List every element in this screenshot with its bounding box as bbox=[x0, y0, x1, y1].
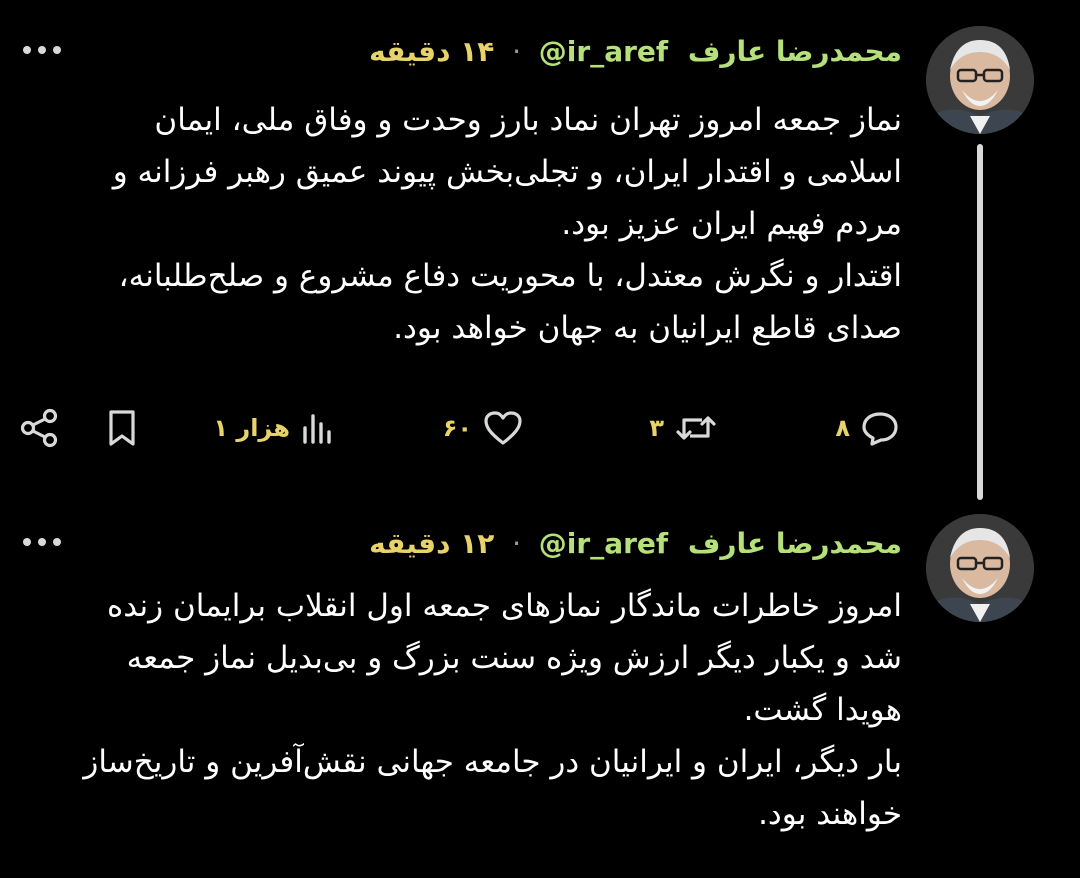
author-name[interactable]: محمدرضا عارف bbox=[688, 35, 902, 68]
reply-count: ۸ bbox=[835, 414, 850, 442]
tweet-time[interactable]: ۱۲ دقیقه bbox=[369, 527, 494, 560]
heart-icon bbox=[482, 408, 524, 448]
tweet-paragraph: بار دیگر، ایران و ایرانیان در جامعه جهان… bbox=[83, 744, 902, 832]
reply-button[interactable]: ۸ bbox=[835, 398, 900, 458]
retweet-button[interactable]: ۳ bbox=[649, 398, 718, 458]
author-handle[interactable]: @ir_aref bbox=[539, 32, 668, 72]
views-button[interactable]: ۱ هزار bbox=[213, 398, 336, 458]
tweet-time[interactable]: ۱۴ دقیقه bbox=[369, 35, 494, 68]
tweet-text: نماز جمعه امروز تهران نماد بارز وحدت و و… bbox=[82, 94, 902, 354]
retweet-arrows-icon bbox=[674, 408, 718, 448]
retweet-count: ۳ bbox=[649, 414, 664, 442]
avatar[interactable] bbox=[926, 26, 1034, 134]
more-horizontal-icon[interactable] bbox=[20, 532, 64, 552]
views-count: ۱ هزار bbox=[213, 414, 290, 442]
tweet-paragraph: امروز خاطرات ماندگار نمازهای جمعه اول ان… bbox=[106, 588, 902, 728]
bookmark-button[interactable] bbox=[104, 398, 140, 458]
separator-dot: · bbox=[512, 527, 522, 560]
tweet-paragraph: نماز جمعه امروز تهران نماد بارز وحدت و و… bbox=[112, 102, 902, 242]
like-button[interactable]: ۶۰ bbox=[443, 398, 524, 458]
share-icon bbox=[18, 408, 62, 448]
tweet-actions: ۸ ۳ ۶۰ ۱ هزار bbox=[0, 398, 1080, 458]
author-name[interactable]: محمدرضا عارف bbox=[688, 527, 902, 560]
bookmark-icon bbox=[104, 408, 140, 448]
reply-bubble-icon bbox=[860, 408, 900, 448]
tweet-header: محمدرضا عارف @ir_aref · ۱۲ دقیقه bbox=[369, 524, 902, 564]
tweet-text: امروز خاطرات ماندگار نمازهای جمعه اول ان… bbox=[82, 580, 902, 840]
tweet-paragraph: اقتدار و نگرش معتدل، با محوریت دفاع مشرو… bbox=[118, 258, 902, 346]
share-button[interactable] bbox=[18, 398, 62, 458]
author-handle[interactable]: @ir_aref bbox=[539, 524, 668, 564]
timeline: محمدرضا عارف @ir_aref · ۱۴ دقیقه نماز جم… bbox=[0, 0, 1080, 878]
separator-dot: · bbox=[512, 35, 522, 68]
more-horizontal-icon[interactable] bbox=[20, 40, 64, 60]
tweet[interactable]: محمدرضا عارف @ir_aref · ۱۲ دقیقه امروز خ… bbox=[0, 500, 1080, 878]
like-count: ۶۰ bbox=[442, 414, 472, 442]
tweet-header: محمدرضا عارف @ir_aref · ۱۴ دقیقه bbox=[369, 32, 902, 72]
tweet[interactable]: محمدرضا عارف @ir_aref · ۱۴ دقیقه نماز جم… bbox=[0, 0, 1080, 500]
views-bar-chart-icon bbox=[300, 408, 336, 448]
avatar[interactable] bbox=[926, 514, 1034, 622]
